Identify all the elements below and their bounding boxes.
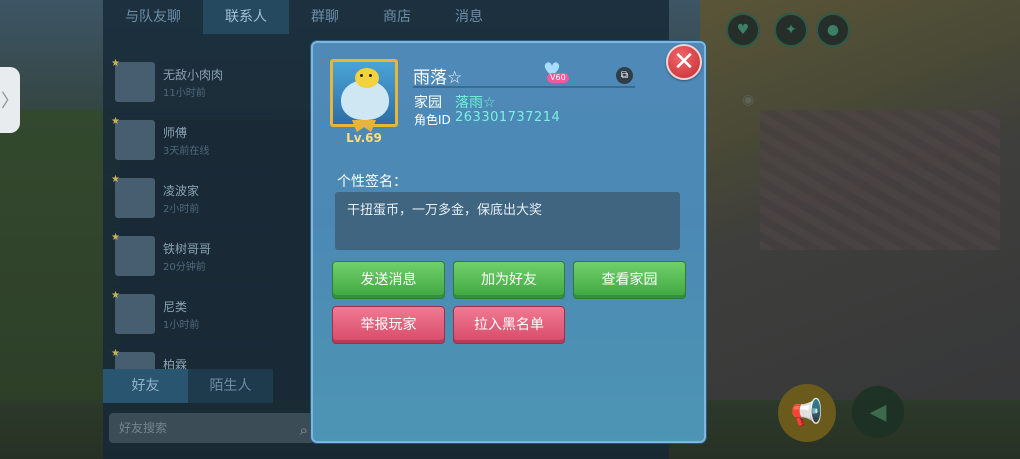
friend-name: 尼类 [163,300,188,314]
friend-name: 铁树哥哥 [163,242,212,256]
home-name: 落雨☆ [455,95,496,111]
friends-bottom-tabs: 好友 陌生人 [103,369,283,403]
close-button[interactable]: ✕ [666,44,702,80]
list-item[interactable]: ★ 铁树哥哥 20分钟前 [107,230,275,288]
friend-status: 3天前在线 [163,146,210,157]
list-item[interactable]: ★ 无敌小肉肉 11小时前 [107,56,275,114]
avatar [115,178,155,218]
tab-contacts[interactable]: 联系人 [203,0,289,34]
avatar-eye [360,74,363,77]
list-item[interactable]: ★ 凌波家 2小时前 [107,172,275,230]
drop-hud-icon[interactable]: ● [816,13,850,47]
skill-hud-icon[interactable]: ✦ [774,13,808,47]
add-friend-button[interactable]: 加为好友 [453,261,565,299]
home-label: 家园 [414,95,442,111]
vip-badge: ♥ V60 [541,60,571,84]
friends-top-tabs: 与队友聊 联系人 群聊 商店 消息 [103,0,669,38]
heart-hud-icon[interactable]: ♥ [726,13,760,47]
friend-status: 20分钟前 [163,262,206,273]
tab-messages[interactable]: 消息 [433,0,505,34]
tab-strangers[interactable]: 陌生人 [188,369,273,403]
friend-name: 无敌小肉肉 [163,68,224,82]
tab-friends[interactable]: 好友 [103,369,188,403]
close-icon: ✕ [673,47,695,77]
vip-level: V60 [547,73,569,83]
megaphone-icon[interactable]: 📢 [778,384,836,442]
player-avatar [330,59,398,127]
avatar [115,294,155,334]
signature-box: 干扭蛋币，一万多金，保底出大奖 [335,192,680,250]
friend-status: 1小时前 [163,320,200,331]
avatar-chick [355,68,379,88]
tab-team-chat[interactable]: 与队友聊 [103,0,203,34]
tab-group-chat[interactable]: 群聊 [289,0,361,34]
avatar [115,120,155,160]
speaker-icon[interactable]: ◀ [852,386,904,438]
scene-floor-tiles [760,110,1000,250]
player-level: Lv.69 [346,131,382,145]
star-icon: ★ [111,58,120,69]
tab-shop[interactable]: 商店 [361,0,433,34]
avatar [115,62,155,102]
star-icon: ★ [111,116,120,127]
role-id-label: 角色ID [414,113,451,127]
role-id-value: 263301737214 [455,110,561,125]
search-icon[interactable]: ⌕ [300,415,308,445]
star-icon: ★ [111,174,120,185]
star-icon: ★ [111,348,120,359]
list-item[interactable]: ★ 师傅 3天前在线 [107,114,275,172]
friend-list: ★ 无敌小肉肉 11小时前 ★ 师傅 3天前在线 ★ 凌波家 2小时前 ★ 铁树… [107,56,275,404]
send-message-button[interactable]: 发送消息 [332,261,445,299]
signature-text: 干扭蛋币，一万多金，保底出大奖 [347,203,543,218]
friend-status: 11小时前 [163,88,206,99]
chevron-right-icon: 〉 [1,91,19,112]
copy-icon[interactable]: ⧉ [616,67,633,84]
player-name: 雨落☆ [413,68,463,88]
friend-search-input[interactable]: 好友搜索 ⌕ [109,413,314,443]
friend-name: 师傅 [163,126,188,140]
blacklist-button[interactable]: 拉入黑名单 [453,306,565,344]
eye-icon: ◉ [742,92,755,108]
star-icon: ★ [111,290,120,301]
name-divider [413,86,635,88]
list-item[interactable]: ★ 尼类 1小时前 [107,288,275,346]
star-icon: ★ [111,232,120,243]
avatar-eye [369,74,372,77]
view-home-button[interactable]: 查看家园 [573,261,686,299]
signature-label: 个性签名： [337,174,407,190]
avatar [115,236,155,276]
report-player-button[interactable]: 举报玩家 [332,306,445,344]
search-placeholder: 好友搜索 [119,421,168,435]
friend-name: 凌波家 [163,184,200,198]
side-drawer-handle[interactable]: 〉 [0,67,20,133]
friend-status: 2小时前 [163,204,200,215]
